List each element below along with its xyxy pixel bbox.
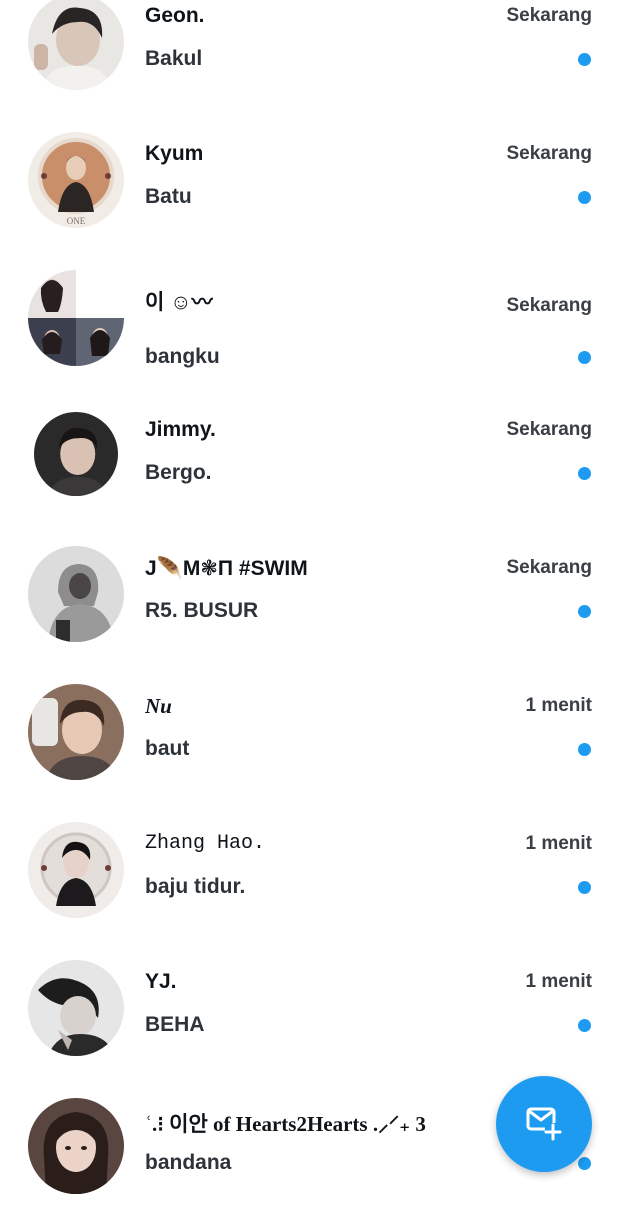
conversation-list: Geon. Sekarang Bakul ONE Kyum Sekarang B… [0,0,620,1232]
conversation-row-zhang-hao[interactable]: Zhang Hao. 1 menit baju tidur. [0,818,620,956]
conversation-preview: R5. BUSUR [145,599,259,622]
conversation-name: Nu [145,694,172,718]
conversation-name: 이 ☺︎〰 [145,291,213,314]
conversation-preview: bandana [145,1151,232,1174]
unread-dot [578,743,591,756]
avatar[interactable] [28,0,124,90]
unread-dot [578,191,591,204]
conversation-preview: bangku [145,345,220,368]
conversation-preview: baju tidur. [145,875,246,898]
avatar[interactable] [28,1098,124,1194]
conversation-row-i[interactable]: 이 ☺︎〰 Sekarang bangku [0,266,620,404]
svg-text:ONE: ONE [67,216,86,226]
conversation-name: Jimmy. [145,418,216,441]
conversation-row-yj[interactable]: YJ. 1 menit BEHA [0,956,620,1094]
conversation-row-nu[interactable]: Nu 1 menit baut [0,680,620,818]
conversation-preview: baut [145,737,190,760]
conversation-preview: BEHA [145,1013,205,1036]
conversation-time: Sekarang [506,295,592,316]
conversation-time: 1 menit [525,971,592,992]
conversation-row-jmn[interactable]: J🪶M❃Π #SWIM Sekarang R5. BUSUR [0,542,620,680]
conversation-preview: Batu [145,185,192,208]
avatar[interactable] [28,546,124,642]
conversation-name: J🪶M❃Π #SWIM [145,557,308,580]
conversation-preview: Bergo. [145,461,212,484]
new-message-icon [524,1102,564,1147]
conversation-time: Sekarang [506,557,592,578]
conversation-row-kyum[interactable]: ONE Kyum Sekarang Batu [0,128,620,266]
conversation-name: ʿ.⁝ 이안 of Hearts2Hearts .⸝⸍₊ 3 [145,1112,426,1136]
unread-dot [578,351,591,364]
unread-dot [578,1019,591,1032]
conversation-row-jimmy[interactable]: Jimmy. Sekarang Bergo. [0,404,620,542]
avatar[interactable]: ONE [28,132,124,228]
unread-dot [578,53,591,66]
conversation-time: Sekarang [506,419,592,440]
avatar[interactable] [28,270,124,366]
conversation-time: 1 menit [525,695,592,716]
conversation-time: Sekarang [506,143,592,164]
unread-dot [578,605,591,618]
avatar[interactable] [28,822,124,918]
conversation-row-geon[interactable]: Geon. Sekarang Bakul [0,0,620,128]
unread-dot [578,467,591,480]
avatar[interactable] [28,684,124,780]
conversation-name: Zhang Hao. [145,832,266,855]
unread-dot [578,881,591,894]
conversation-name: YJ. [145,970,177,993]
avatar[interactable] [34,412,118,496]
conversation-name: Geon. [145,4,205,27]
conversation-preview: Bakul [145,47,203,70]
new-message-button[interactable] [496,1076,592,1172]
unread-dot [578,1157,591,1170]
conversation-time: Sekarang [506,5,592,26]
conversation-time: 1 menit [525,833,592,854]
avatar[interactable] [28,960,124,1056]
conversation-name: Kyum [145,142,204,165]
